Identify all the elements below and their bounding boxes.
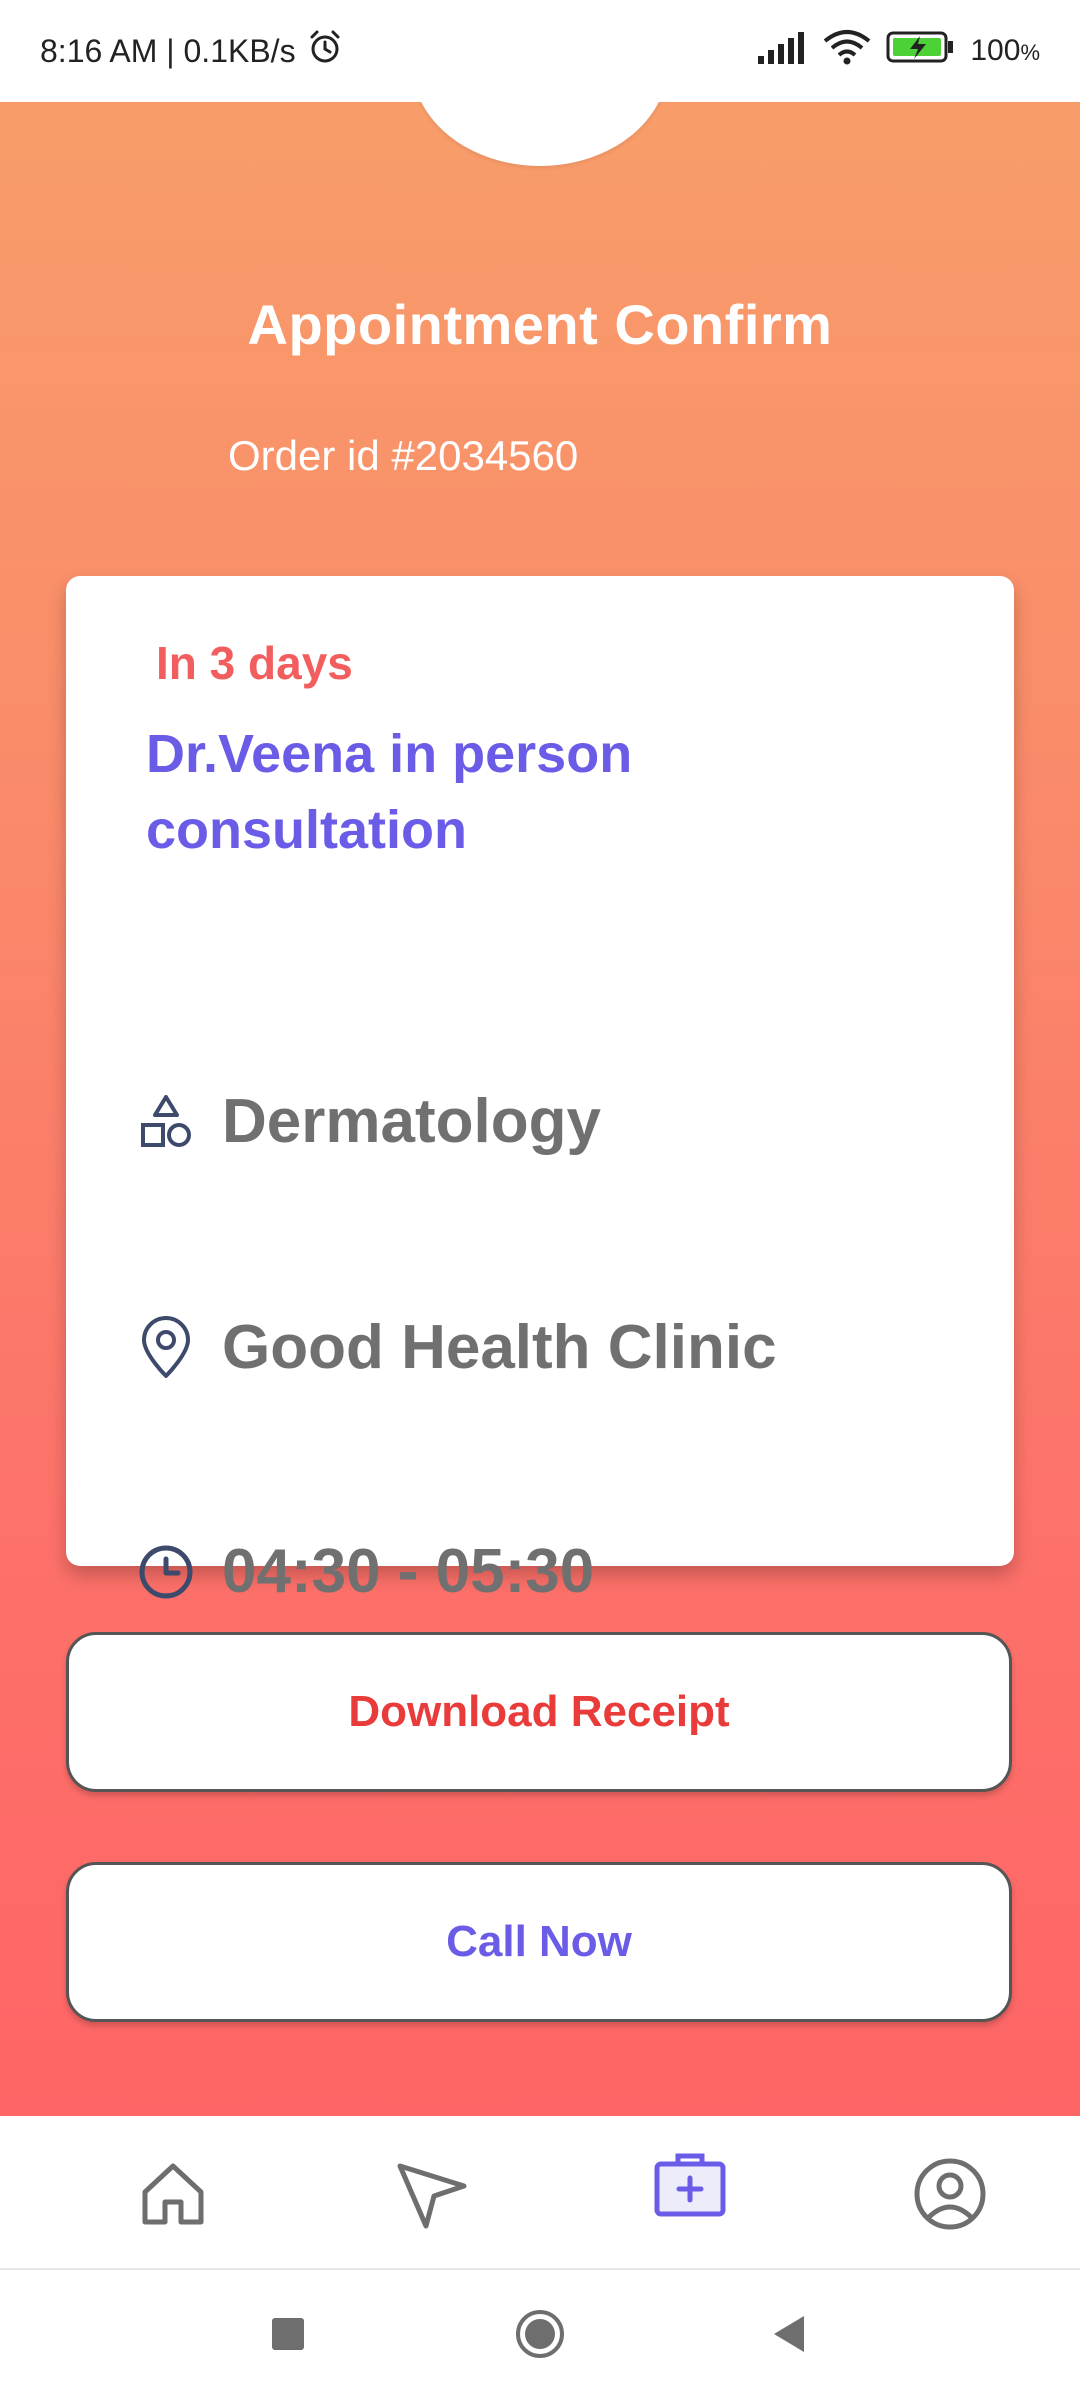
download-receipt-button[interactable]: Download Receipt [66,1632,1012,1792]
status-bar: 8:16 AM | 0.1KB/s 100% [0,0,1080,102]
back-triangle-icon [770,2314,810,2359]
app-screen: 8:16 AM | 0.1KB/s 100% Appointment Confi… [0,0,1080,2400]
system-nav-bar [0,2270,1080,2400]
nav-home[interactable] [133,2156,213,2236]
medical-kit-icon [652,2146,728,2227]
battery-percent: 100% [970,34,1040,67]
status-right: 100% [756,29,1040,73]
wifi-icon [822,29,872,73]
recents-button[interactable] [260,2308,316,2364]
shapes-icon [136,1092,196,1152]
appointment-confirm-panel: Appointment Confirm Order id #2034560 In… [0,102,1080,2116]
signal-icon [756,30,808,72]
nav-send[interactable] [392,2156,472,2236]
profile-icon [912,2156,988,2237]
page-title: Appointment Confirm [247,293,833,356]
back-button[interactable] [762,2308,818,2364]
clinic-text: Good Health Clinic [222,1313,777,1382]
alarm-icon [306,28,344,74]
clock-icon [136,1542,196,1602]
circle-icon [514,2308,566,2365]
bottom-nav [0,2116,1080,2270]
nav-profile[interactable] [910,2156,990,2236]
location-pin-icon [136,1315,196,1378]
order-id: Order id #2034560 [228,432,579,479]
consultation-title: Dr.Veena in person consultation [146,724,633,860]
department-row: Dermatology [136,1086,601,1157]
status-left: 8:16 AM | 0.1KB/s [40,28,344,74]
appointment-card: In 3 days Dr.Veena in person consultatio… [66,576,1014,1606]
department-text: Dermatology [222,1087,601,1156]
time-text: 04:30 - 05:30 [222,1537,595,1606]
call-now-button[interactable]: Call Now [66,1862,1012,2022]
battery-charging-icon [886,30,956,72]
time-row: 04:30 - 05:30 [136,1536,594,1607]
clinic-row: Good Health Clinic [136,1312,777,1383]
home-button[interactable] [512,2308,568,2364]
header-avatar-circle [412,102,668,166]
status-time: 8:16 AM | 0.1KB/s [40,32,296,69]
square-icon [270,2316,306,2357]
home-icon [137,2158,209,2235]
send-icon [394,2156,470,2237]
nav-medical[interactable] [650,2146,730,2226]
appointment-when: In 3 days [156,637,353,689]
